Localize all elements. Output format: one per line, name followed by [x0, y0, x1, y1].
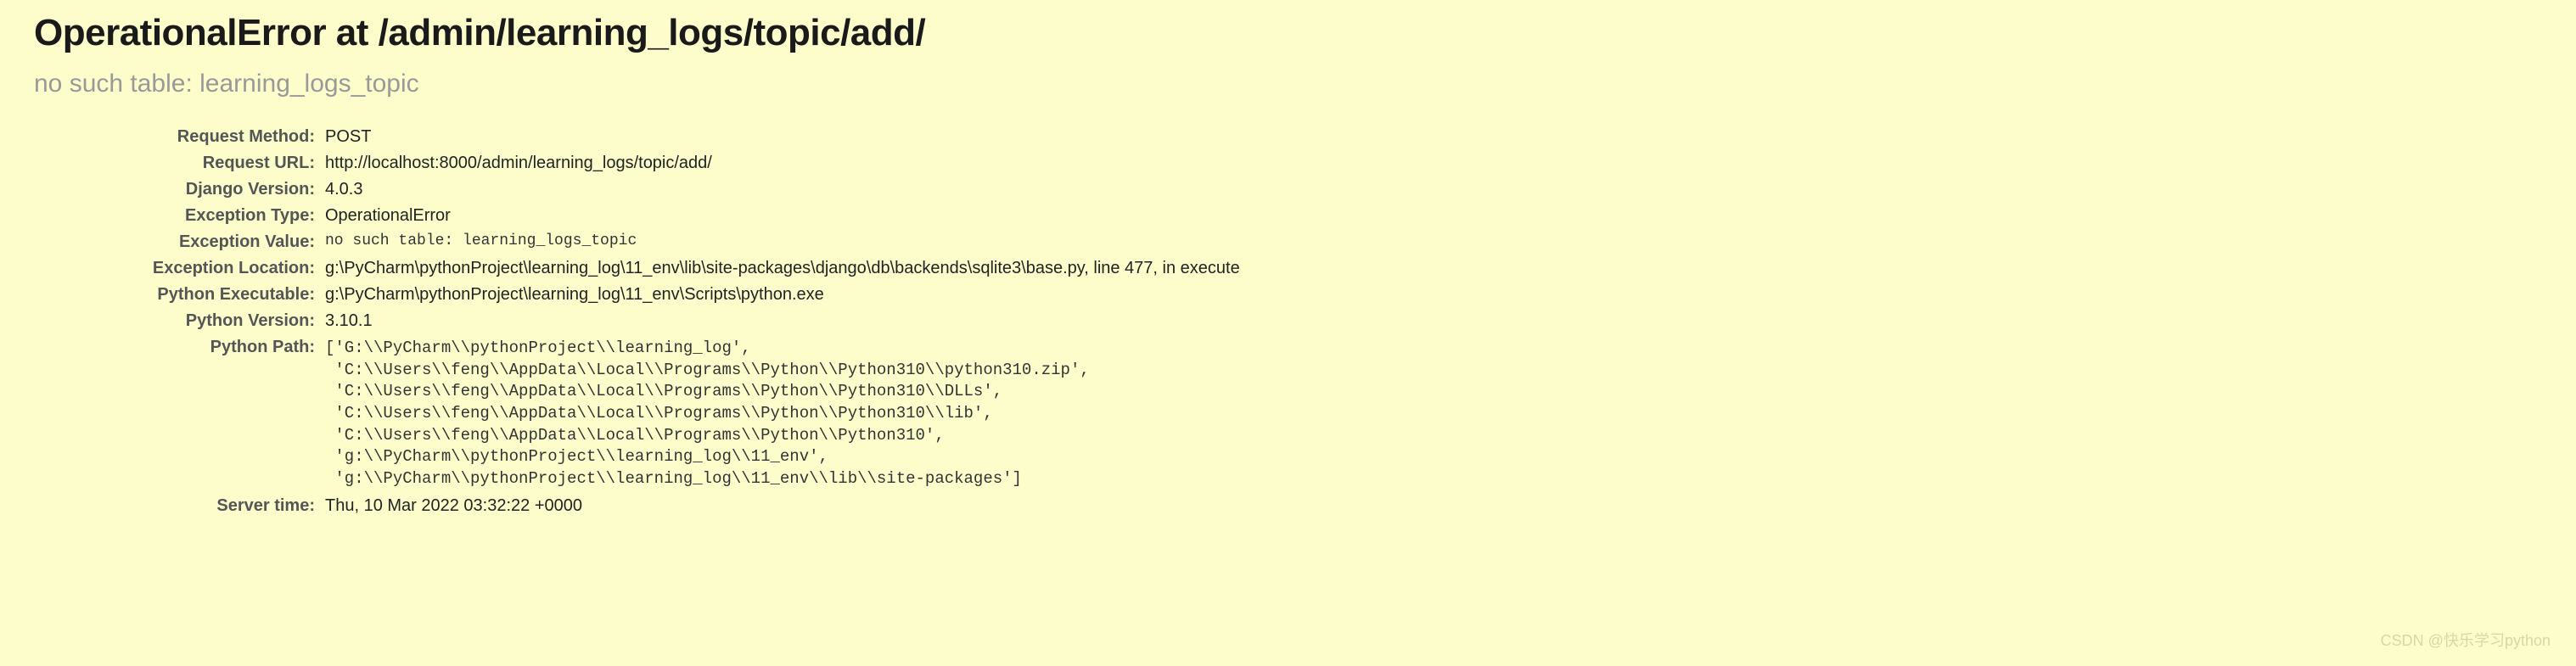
python-path-list: ['G:\\PyCharm\\pythonProject\\learning_l…	[325, 338, 1240, 490]
watermark: CSDN @快乐学习python	[2381, 629, 2551, 651]
value-django-version: 4.0.3	[325, 176, 1249, 203]
error-title: OperationalError at /admin/learning_logs…	[34, 12, 2542, 54]
label-python-path: Python Path:	[41, 334, 325, 493]
row-exception-location: Exception Location: g:\PyCharm\pythonPro…	[41, 255, 1249, 282]
value-exception-location: g:\PyCharm\pythonProject\learning_log\11…	[325, 255, 1249, 282]
label-server-time: Server time:	[41, 493, 325, 519]
row-server-time: Server time: Thu, 10 Mar 2022 03:32:22 +…	[41, 493, 1249, 519]
row-python-path: Python Path: ['G:\\PyCharm\\pythonProjec…	[41, 334, 1249, 493]
label-python-executable: Python Executable:	[41, 282, 325, 308]
value-exception-type: OperationalError	[325, 203, 1249, 229]
row-django-version: Django Version: 4.0.3	[41, 176, 1249, 203]
row-request-url: Request URL: http://localhost:8000/admin…	[41, 150, 1249, 176]
row-python-version: Python Version: 3.10.1	[41, 308, 1249, 334]
label-exception-location: Exception Location:	[41, 255, 325, 282]
row-exception-value: Exception Value: no such table: learning…	[41, 229, 1249, 255]
value-python-executable: g:\PyCharm\pythonProject\learning_log\11…	[325, 282, 1249, 308]
value-request-url: http://localhost:8000/admin/learning_log…	[325, 150, 1249, 176]
value-python-version: 3.10.1	[325, 308, 1249, 334]
label-request-method: Request Method:	[41, 124, 325, 150]
value-server-time: Thu, 10 Mar 2022 03:32:22 +0000	[325, 493, 1249, 519]
label-exception-value: Exception Value:	[41, 229, 325, 255]
label-python-version: Python Version:	[41, 308, 325, 334]
value-request-method: POST	[325, 124, 1249, 150]
value-exception-value: no such table: learning_logs_topic	[325, 229, 1249, 255]
row-exception-type: Exception Type: OperationalError	[41, 203, 1249, 229]
error-page: OperationalError at /admin/learning_logs…	[0, 0, 2576, 536]
label-request-url: Request URL:	[41, 150, 325, 176]
value-python-path: ['G:\\PyCharm\\pythonProject\\learning_l…	[325, 334, 1249, 493]
row-python-executable: Python Executable: g:\PyCharm\pythonProj…	[41, 282, 1249, 308]
label-django-version: Django Version:	[41, 176, 325, 203]
error-details-table: Request Method: POST Request URL: http:/…	[41, 124, 1249, 519]
error-subtitle: no such table: learning_logs_topic	[34, 70, 2542, 98]
label-exception-type: Exception Type:	[41, 203, 325, 229]
row-request-method: Request Method: POST	[41, 124, 1249, 150]
